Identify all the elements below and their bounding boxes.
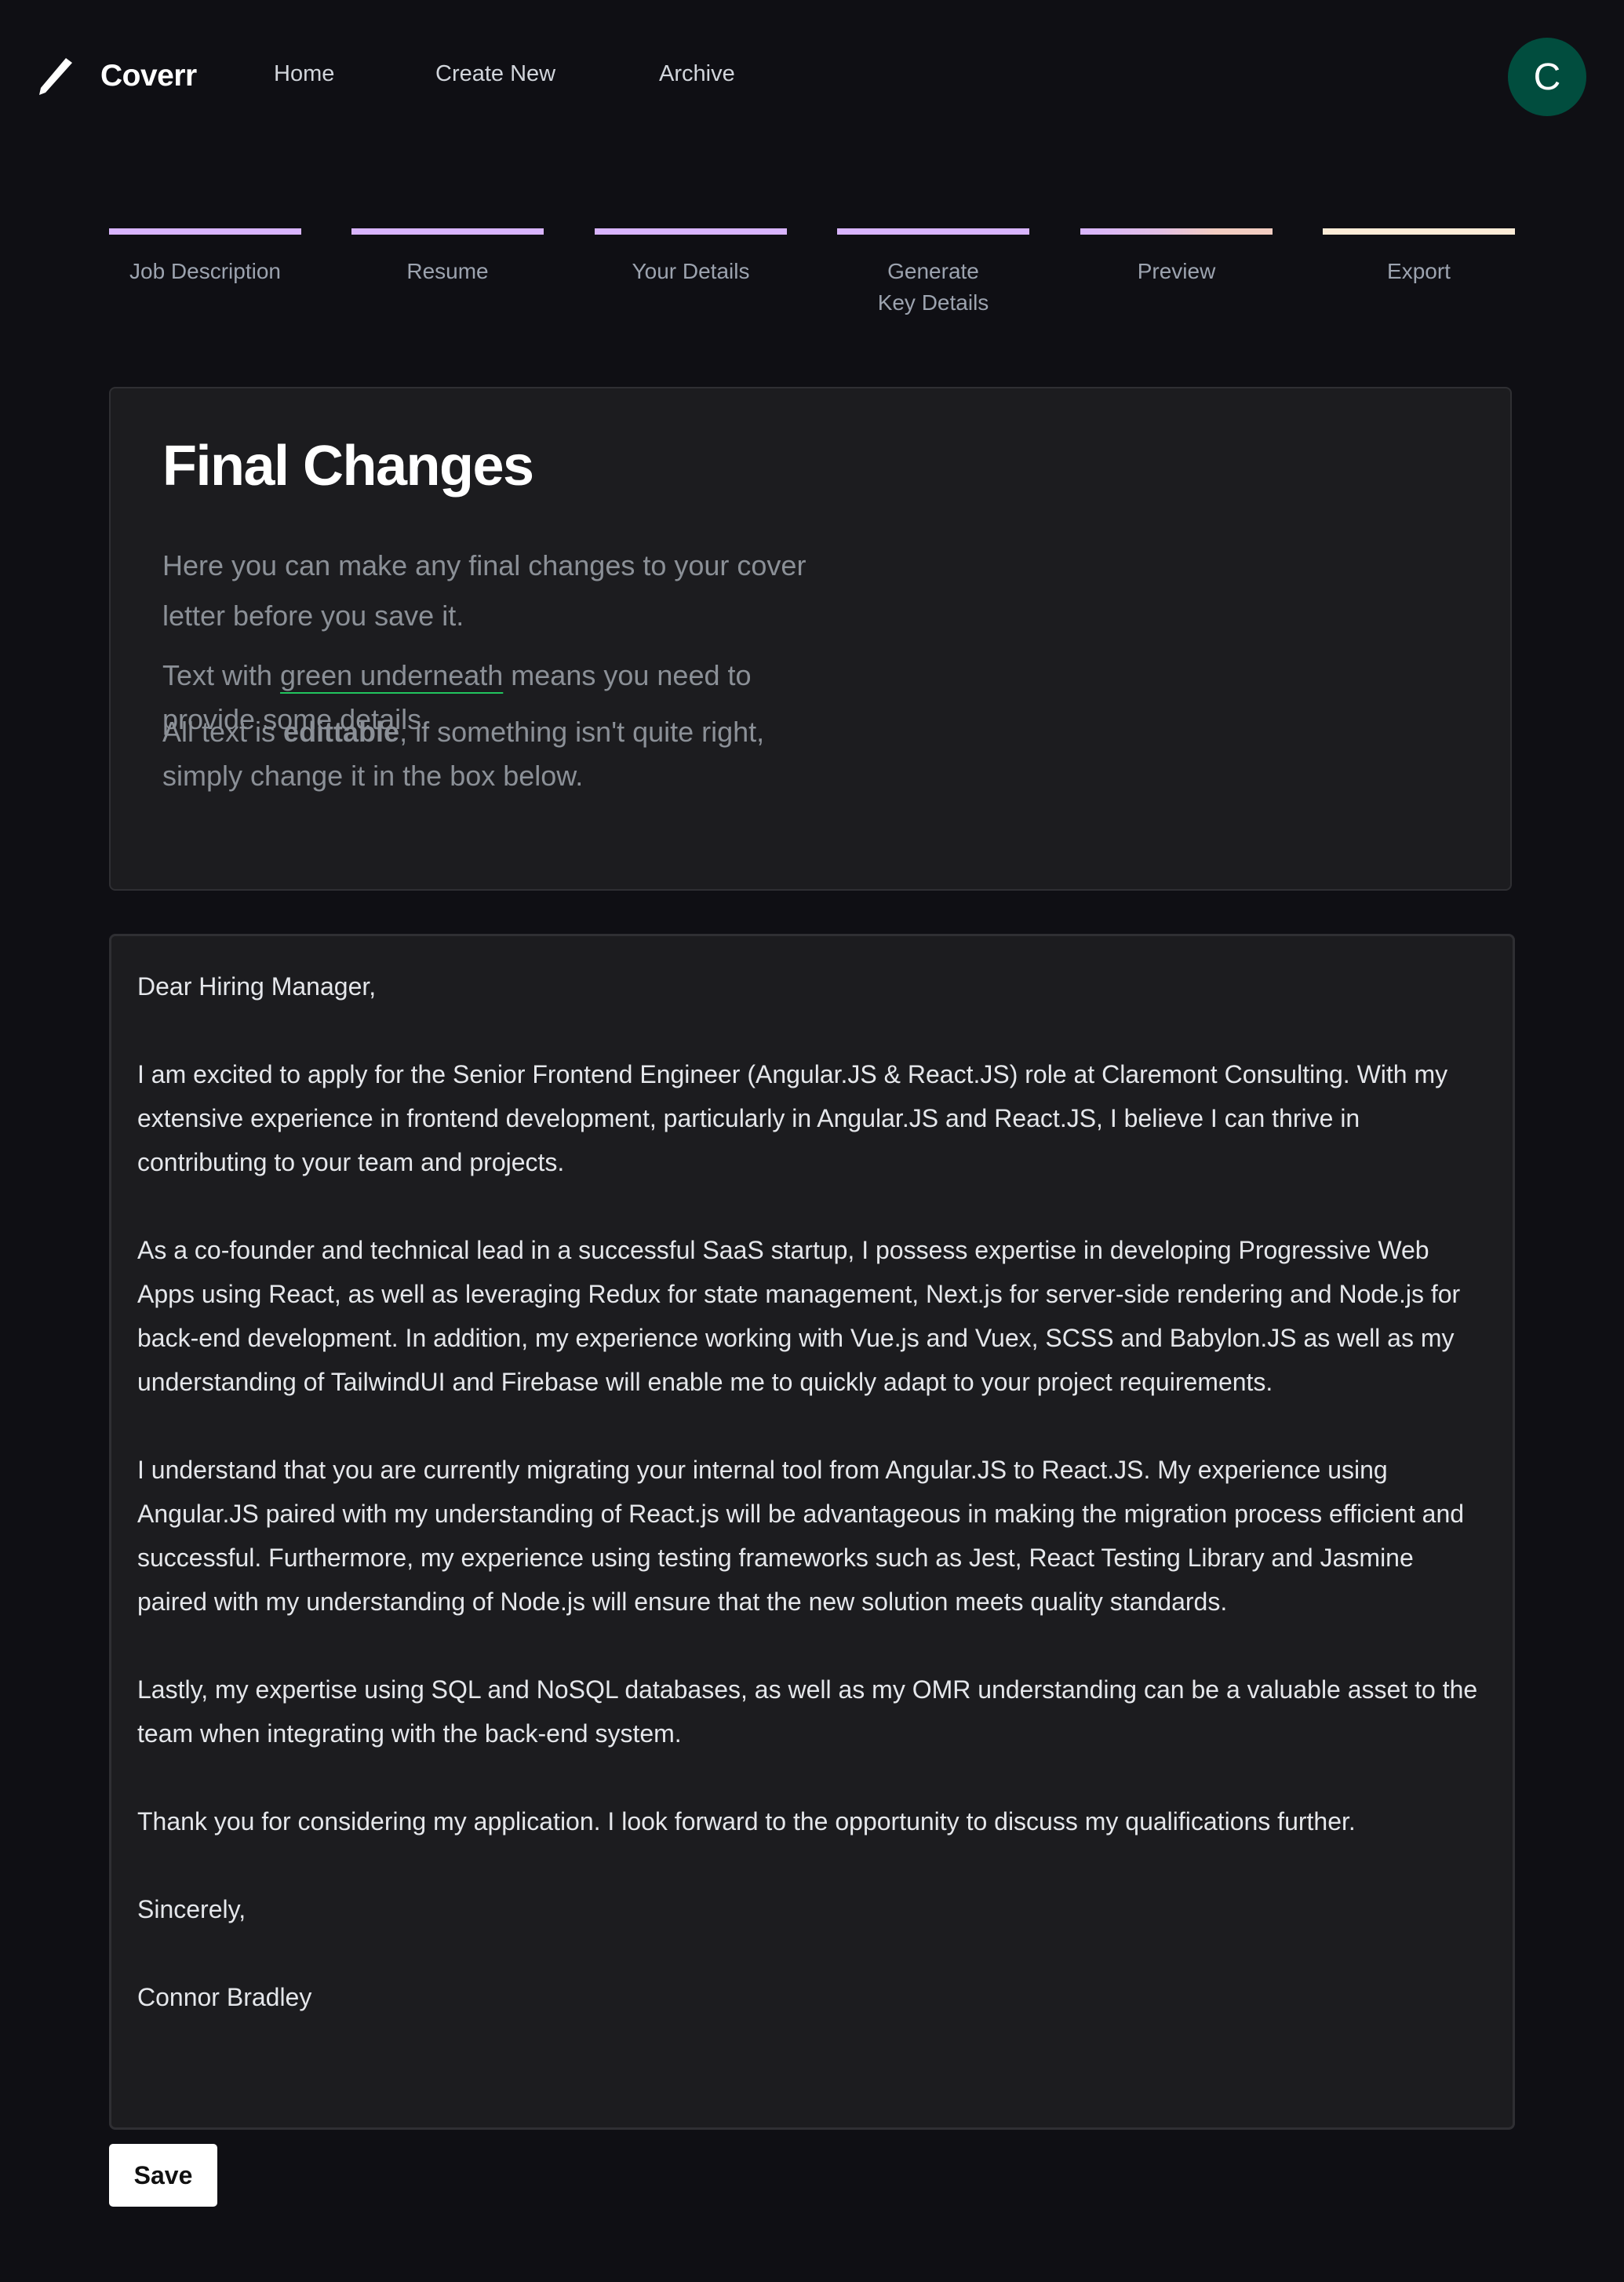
step-preview[interactable]: Preview [1080,228,1273,287]
letter-paragraph[interactable]: Lastly, my expertise using SQL and NoSQL… [137,1668,1487,1755]
step-label: Preview [1137,259,1216,283]
user-avatar[interactable]: C [1508,38,1586,116]
nav-archive[interactable]: Archive [659,61,735,87]
step-label: Generate Key Details [877,259,989,315]
step-label: Export [1387,259,1451,283]
cover-letter-editor[interactable]: Dear Hiring Manager, I am excited to app… [109,934,1515,2130]
progress-stepper: Job Description Resume Your Details Gene… [109,228,1515,323]
green-underline-example: green underneath [280,659,504,691]
save-button[interactable]: Save [109,2144,217,2207]
editable-emphasis: edittable [283,716,400,748]
step-job-description[interactable]: Job Description [109,228,301,287]
step-bar [1080,228,1273,235]
step-bar [351,228,544,235]
pen-icon [39,58,72,95]
page-title: Final Changes [162,435,534,498]
step-export[interactable]: Export [1323,228,1515,287]
step-bar [595,228,787,235]
nav-home[interactable]: Home [274,61,334,87]
step-bar [837,228,1029,235]
instruction-editable: All text is edittable, if something isn'… [162,710,845,798]
letter-paragraph[interactable]: Sincerely, [137,1887,1487,1931]
app-logo[interactable]: Coverr [38,57,197,96]
app-name: Coverr [100,59,197,93]
instruction-text: Here you can make any final changes to y… [162,549,807,632]
instructions-card: Final Changes Here you can make any fina… [109,387,1512,891]
step-bar [1323,228,1515,235]
letter-paragraph[interactable]: Dear Hiring Manager, [137,964,1487,1008]
text-segment: All text is [162,716,284,748]
letter-paragraph[interactable]: As a co-founder and technical lead in a … [137,1228,1487,1404]
top-nav: Coverr Home Create New Archive C [0,0,1624,153]
step-label: Job Description [129,259,281,283]
letter-paragraph[interactable]: Thank you for considering my application… [137,1799,1487,1843]
step-resume[interactable]: Resume [351,228,544,287]
text-segment: Text with [162,659,281,691]
letter-paragraph[interactable]: Connor Bradley [137,1975,1487,2019]
step-label: Your Details [632,259,750,283]
letter-paragraph[interactable]: I understand that you are currently migr… [137,1448,1487,1624]
step-bar [109,228,301,235]
step-label: Resume [406,259,489,283]
step-generate-key-details[interactable]: Generate Key Details [837,228,1029,319]
nav-create-new[interactable]: Create New [435,61,555,87]
step-your-details[interactable]: Your Details [595,228,787,287]
letter-paragraph[interactable]: I am excited to apply for the Senior Fro… [137,1052,1487,1184]
